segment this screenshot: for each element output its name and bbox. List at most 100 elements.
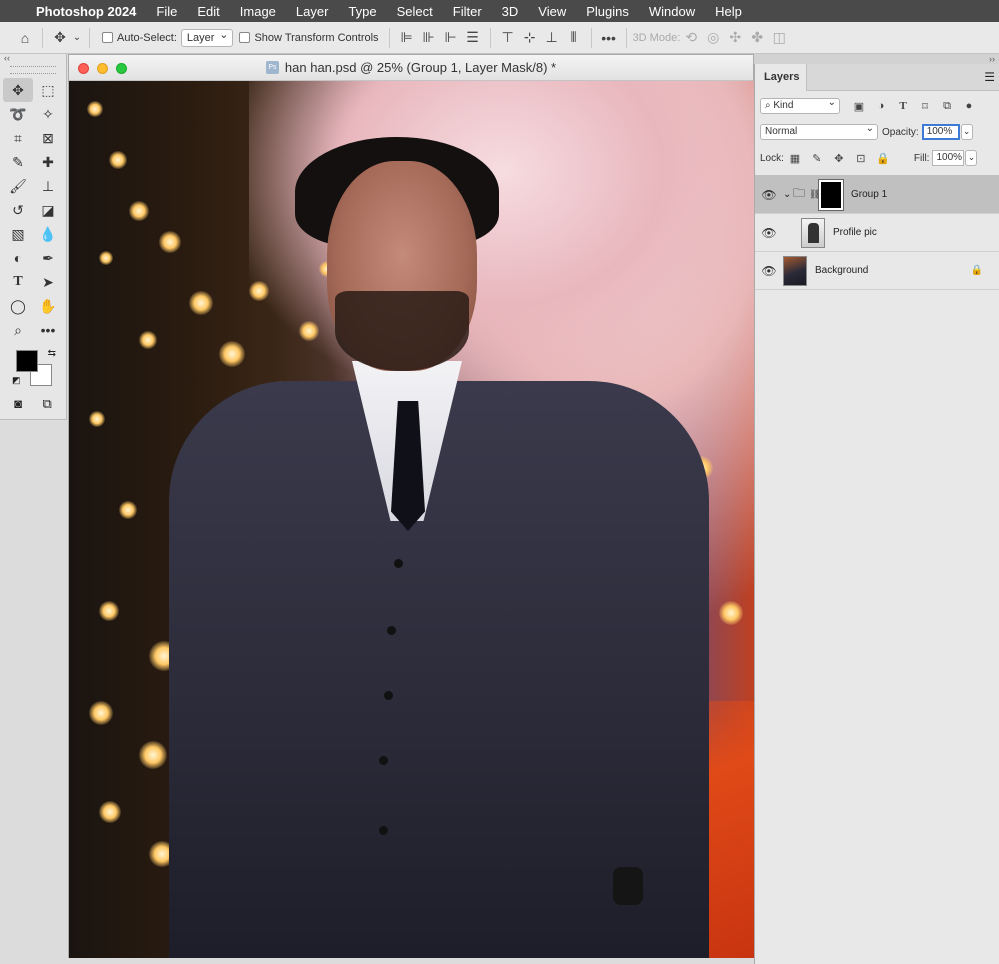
fill-input[interactable]: 100%	[932, 150, 965, 166]
lock-position-icon[interactable]: ✥	[828, 152, 850, 165]
frame-tool-icon[interactable]: ⊠	[33, 126, 63, 150]
align-center-icon[interactable]: ⊪	[418, 27, 440, 49]
chevron-down-icon[interactable]: ⌄	[783, 189, 793, 200]
align-left-icon[interactable]: ⊫	[396, 27, 418, 49]
default-colors-icon[interactable]: ◩	[12, 375, 21, 386]
pen-tool-icon[interactable]: ✒	[33, 246, 63, 270]
eraser-tool-icon[interactable]: ◪	[33, 198, 63, 222]
menu-window[interactable]: Window	[649, 4, 695, 19]
lock-transparency-icon[interactable]: ▦	[784, 152, 806, 165]
menu-image[interactable]: Image	[240, 4, 276, 19]
3d-pan-icon[interactable]: ✣	[724, 27, 746, 49]
image-canvas[interactable]	[69, 81, 755, 958]
lasso-tool-icon[interactable]: ➰	[3, 102, 33, 126]
hand-tool-icon[interactable]: ✋	[33, 294, 63, 318]
distribute-vertical-icon[interactable]: ⫴	[563, 27, 585, 49]
foreground-color-swatch[interactable]	[16, 350, 38, 372]
menu-view[interactable]: View	[538, 4, 566, 19]
type-tool-icon[interactable]: T	[3, 270, 33, 294]
menu-layer[interactable]: Layer	[296, 4, 329, 19]
minimize-window-button[interactable]	[97, 63, 108, 74]
smart-object-thumbnail[interactable]	[801, 217, 825, 248]
path-selection-tool-icon[interactable]: ➤	[33, 270, 63, 294]
filter-smart-object-icon[interactable]: ⧉	[936, 100, 958, 113]
align-top-icon[interactable]: ⊤	[497, 27, 519, 49]
edit-toolbar-icon[interactable]: •••	[33, 318, 63, 342]
align-right-icon[interactable]: ⊩	[440, 27, 462, 49]
lock-artboard-icon[interactable]: ⊡	[850, 152, 872, 165]
fill-dropdown-button[interactable]: ⌄	[965, 150, 978, 166]
clone-stamp-tool-icon[interactable]: ⊥	[33, 174, 63, 198]
opacity-input[interactable]: 100%	[921, 124, 960, 140]
gradient-tool-icon[interactable]: ▧	[3, 222, 33, 246]
zoom-tool-icon[interactable]: ⌕	[3, 318, 33, 342]
menu-file[interactable]: File	[156, 4, 177, 19]
photo-suit-button	[387, 626, 396, 635]
swap-colors-icon[interactable]: ⇆	[48, 348, 56, 359]
visibility-eye-icon[interactable]: 👁	[755, 264, 783, 278]
maximize-window-button[interactable]	[116, 63, 127, 74]
layer-row-background[interactable]: 👁 Background 🔒	[755, 252, 999, 290]
panels-collapse-button[interactable]: ››	[989, 54, 995, 64]
tools-grip[interactable]	[10, 66, 56, 74]
tool-preset-chevron-icon[interactable]: ⌄	[71, 27, 83, 49]
layer-thumbnail[interactable]	[783, 255, 807, 286]
menu-plugins[interactable]: Plugins	[586, 4, 629, 19]
auto-select-dropdown[interactable]: Layer	[180, 27, 234, 47]
crop-tool-icon[interactable]: ⌗	[3, 126, 33, 150]
visibility-eye-icon[interactable]: 👁	[755, 188, 783, 202]
3d-roll-icon[interactable]: ◎	[702, 27, 724, 49]
marquee-tool-icon[interactable]: ⬚	[33, 78, 63, 102]
filter-kind-dropdown[interactable]: ⌕ Kind	[760, 96, 840, 114]
ellipse-tool-icon[interactable]: ◯	[3, 294, 33, 318]
opacity-dropdown-button[interactable]: ⌄	[960, 124, 973, 140]
filter-shape-icon[interactable]: ⌑	[914, 100, 936, 113]
mask-link-icon[interactable]: ⛓	[809, 189, 820, 200]
history-brush-tool-icon[interactable]: ↺	[3, 198, 33, 222]
quick-mask-icon[interactable]: ◙	[14, 396, 22, 412]
distribute-horizontal-icon[interactable]: ☰	[462, 27, 484, 49]
app-name-menu[interactable]: Photoshop 2024	[36, 4, 136, 19]
layer-row-profile-pic[interactable]: 👁 Profile pic	[755, 214, 999, 252]
lock-image-pixels-icon[interactable]: ✎	[806, 152, 828, 165]
3d-orbit-icon[interactable]: ⟲	[680, 27, 702, 49]
menu-type[interactable]: Type	[348, 4, 376, 19]
dodge-tool-icon[interactable]: ◐	[3, 246, 33, 270]
home-icon[interactable]: ⌂	[14, 27, 36, 49]
tab-layers[interactable]: Layers	[755, 64, 807, 91]
more-options-icon[interactable]: •••	[598, 27, 620, 49]
move-tool-icon[interactable]: ✥	[3, 78, 33, 102]
layer-row-group-1[interactable]: 👁 ⌄ 🗀 ⛓ Group 1	[755, 176, 999, 214]
screen-mode-icon[interactable]: ⧉	[42, 396, 51, 412]
close-window-button[interactable]	[78, 63, 89, 74]
menu-edit[interactable]: Edit	[197, 4, 219, 19]
eyedropper-tool-icon[interactable]: ✎	[3, 150, 33, 174]
align-bottom-icon[interactable]: ⊥	[541, 27, 563, 49]
filter-pixel-icon[interactable]: ▣	[848, 100, 870, 113]
visibility-eye-icon[interactable]: 👁	[755, 226, 783, 240]
menu-filter[interactable]: Filter	[453, 4, 482, 19]
tools-collapse-button[interactable]: ‹‹	[0, 54, 66, 64]
document-title-bar[interactable]: Ps han han.psd @ 25% (Group 1, Layer Mas…	[69, 55, 753, 81]
move-tool-preset-icon[interactable]: ✥	[49, 27, 71, 49]
menu-help[interactable]: Help	[715, 4, 742, 19]
panel-menu-icon[interactable]: ☰	[984, 70, 995, 84]
filter-toggle-icon[interactable]: ●	[958, 100, 980, 112]
3d-camera-icon[interactable]: ◫	[768, 27, 790, 49]
filter-adjustment-icon[interactable]: ◑	[870, 100, 892, 112]
layer-mask-thumbnail[interactable]	[818, 178, 844, 211]
menu-select[interactable]: Select	[397, 4, 433, 19]
auto-select-checkbox[interactable]	[102, 32, 113, 43]
blend-mode-dropdown[interactable]: Normal	[760, 122, 878, 140]
blur-tool-icon[interactable]: 💧	[33, 222, 63, 246]
show-transform-checkbox[interactable]	[239, 32, 251, 43]
healing-brush-tool-icon[interactable]: ✚	[33, 150, 63, 174]
brush-tool-icon[interactable]: 🖌	[3, 174, 33, 198]
filter-type-icon[interactable]: T	[892, 100, 914, 112]
3d-slide-icon[interactable]: ✤	[746, 27, 768, 49]
align-middle-icon[interactable]: ⊹	[519, 27, 541, 49]
lock-icon[interactable]: 🔒	[971, 265, 983, 276]
menu-3d[interactable]: 3D	[502, 4, 519, 19]
lock-all-icon[interactable]: 🔒	[872, 152, 894, 165]
magic-wand-tool-icon[interactable]: ✧	[33, 102, 63, 126]
